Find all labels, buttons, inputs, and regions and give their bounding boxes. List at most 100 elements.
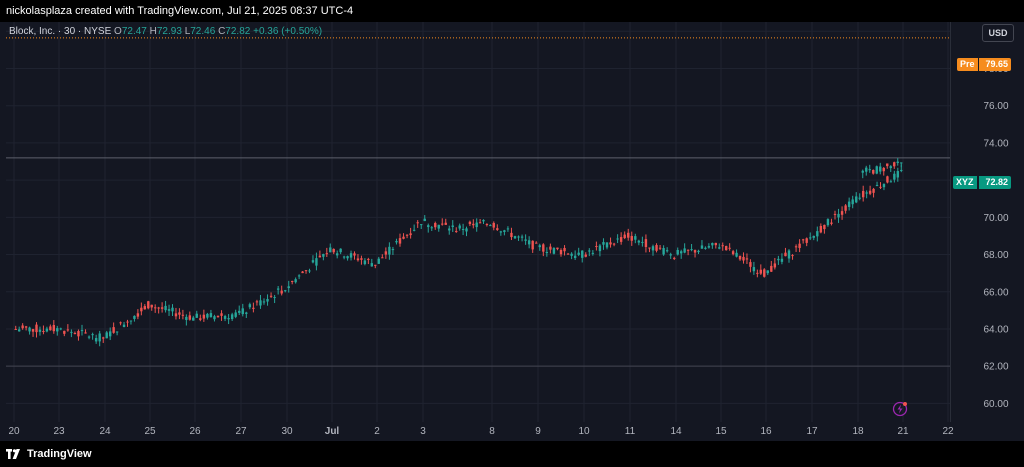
candle-body <box>773 263 777 268</box>
candle-body <box>896 161 899 163</box>
last-price-badge-label: XYZ <box>953 176 977 189</box>
candle-body <box>374 264 377 266</box>
candle-body <box>872 169 875 174</box>
candle-body <box>517 236 520 238</box>
time-axis[interactable]: 20 23 24 25 26 27 30 Jul 2 3 8 9 10 11 14 15 16 17 18 21 22 <box>8 426 954 437</box>
candle-body <box>875 184 879 186</box>
candle-body <box>658 247 662 249</box>
price-tick-label: 68.00 <box>983 250 1008 261</box>
candle-body <box>434 223 437 228</box>
candle-body <box>448 228 451 231</box>
candle-body <box>823 224 826 230</box>
date-tick-label: 18 <box>852 426 864 437</box>
candle-body <box>738 255 742 260</box>
candle-body <box>308 270 311 272</box>
candle-body <box>676 249 679 255</box>
candle-body <box>230 314 234 320</box>
candle-body <box>616 238 619 240</box>
candle-body <box>38 329 42 332</box>
change-value: +0.36 (+0.50%) <box>253 26 323 37</box>
candle-body <box>284 290 287 292</box>
candle-body <box>858 197 861 199</box>
currency-button[interactable]: USD <box>982 24 1014 42</box>
candle-body <box>566 253 570 255</box>
symbol-name[interactable]: Block, Inc. · 30 · NYSE <box>9 26 111 37</box>
candle-body <box>669 254 672 256</box>
candle-body <box>377 258 380 264</box>
candle-body <box>56 328 59 332</box>
candle-body <box>339 248 342 253</box>
candle-body <box>503 230 506 232</box>
candle-body <box>731 251 735 255</box>
lightning-bolt-icon[interactable] <box>892 401 908 417</box>
date-tick-label: 10 <box>578 426 590 437</box>
candle-body <box>325 253 329 255</box>
date-tick-label: 20 <box>8 426 20 437</box>
low-value: 72.46 <box>190 26 216 37</box>
candle-body <box>363 260 367 265</box>
open-value: 72.47 <box>121 26 147 37</box>
candle-body <box>280 290 283 294</box>
candle-body <box>395 241 398 243</box>
candle-body <box>816 231 819 237</box>
candle-body <box>651 246 655 251</box>
candle-body <box>641 241 644 243</box>
candle-body <box>707 246 711 248</box>
candle-body <box>711 243 714 246</box>
candle-body <box>119 322 122 324</box>
date-tick-label: Jul <box>325 426 340 437</box>
candle-body <box>612 243 616 245</box>
candle-body <box>458 225 461 229</box>
candle-body <box>584 254 587 257</box>
candle-body <box>157 307 160 309</box>
candle-body <box>455 231 458 233</box>
candle-body <box>416 222 419 224</box>
candle-body <box>619 237 623 242</box>
grid <box>6 22 950 422</box>
candle-body <box>644 239 648 248</box>
date-tick-label: 16 <box>760 426 772 437</box>
candle-body <box>598 245 602 252</box>
high-label: H <box>149 26 157 37</box>
candle-body <box>150 304 153 308</box>
candle-body <box>227 318 230 320</box>
price-axis[interactable]: 60.0062.0064.0066.0068.0070.0072.0074.00… <box>983 27 1008 410</box>
candle-body <box>206 313 209 318</box>
candle-body <box>245 312 248 314</box>
candle-body <box>665 250 669 252</box>
candle-body <box>42 331 45 333</box>
candle-body <box>335 253 339 256</box>
candle-body <box>66 329 70 331</box>
candle-body <box>662 248 665 255</box>
candle-body <box>28 327 31 332</box>
candle-body <box>893 162 896 167</box>
candle-body <box>809 237 812 239</box>
candle-body <box>45 328 49 332</box>
price-chart[interactable]: 60.0062.0064.0066.0068.0070.0072.0074.00… <box>0 0 1024 467</box>
candle-body <box>763 269 766 277</box>
candle-body <box>346 256 349 259</box>
candle-body <box>770 265 773 272</box>
candle-body <box>506 228 510 230</box>
candle-body <box>805 238 808 243</box>
candle-body <box>63 330 66 334</box>
candle-body <box>679 251 683 254</box>
candle-body <box>391 249 395 251</box>
candle-body <box>605 242 609 248</box>
date-tick-label: 25 <box>144 426 156 437</box>
candle-body <box>342 256 346 258</box>
candle-body <box>801 239 805 241</box>
candle-body <box>648 247 651 249</box>
candle-body <box>634 236 637 240</box>
candle-body <box>188 315 192 320</box>
candle-body <box>136 313 140 317</box>
candle-body <box>900 169 903 171</box>
candle-body <box>451 225 454 227</box>
candle-body <box>570 253 573 256</box>
candle-body <box>482 219 485 222</box>
candle-body <box>868 169 871 171</box>
candle-body <box>478 222 482 224</box>
candle-body <box>49 326 52 331</box>
candle-body <box>851 199 854 205</box>
candle-body <box>489 225 492 227</box>
